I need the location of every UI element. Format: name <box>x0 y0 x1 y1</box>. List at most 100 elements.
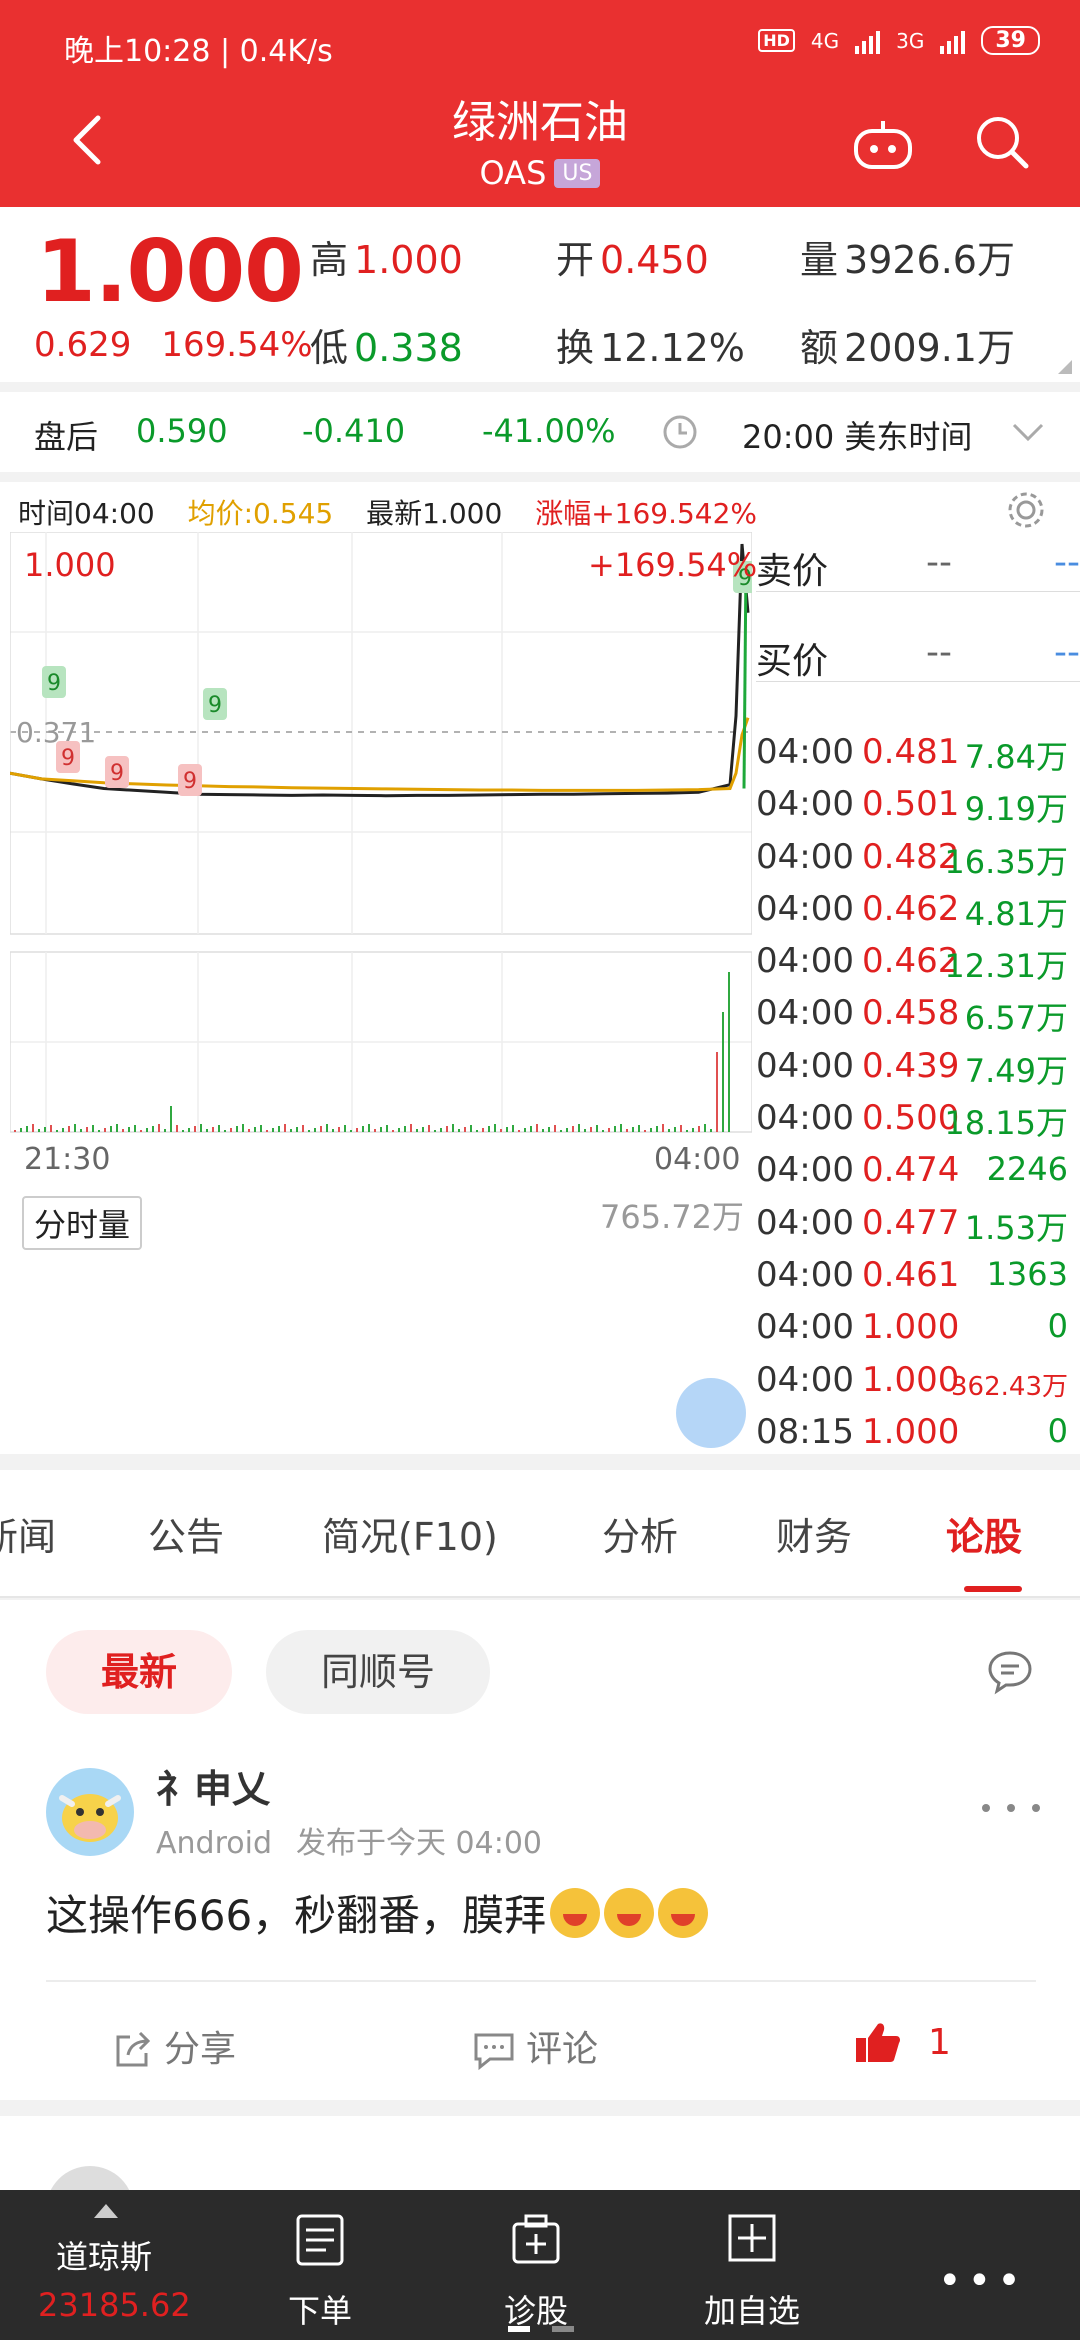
trade-time: 04:00 <box>756 732 854 772</box>
trade-time: 04:00 <box>756 836 854 877</box>
volume-bar <box>392 1130 394 1132</box>
x-end-label: 04:00 <box>654 1142 741 1177</box>
trade-volume: 18.15万 <box>944 1104 1068 1143</box>
post-platform: Android <box>156 1826 272 1861</box>
plus-box-icon <box>728 2214 776 2262</box>
trade-volume: 4.81万 <box>964 894 1068 933</box>
tab-announcements[interactable]: 公告 <box>148 1506 224 1561</box>
current-price: 1.000 <box>36 222 304 322</box>
after-hours-bar[interactable]: 盘后 0.590 -0.410 -41.00% 20:00 美东时间 <box>0 392 1080 472</box>
trade-row: 04:00 0.461 1363 <box>756 1249 1080 1301</box>
tab-f10[interactable]: 简况(F10) <box>322 1506 498 1561</box>
more-options-icon[interactable] <box>976 1798 1046 1818</box>
volume-bar <box>512 1125 514 1132</box>
volume-bar <box>704 1124 706 1132</box>
trade-row: 04:00 0.501 9.19万 <box>756 778 1080 830</box>
message-icon[interactable] <box>986 1648 1034 1696</box>
avatar[interactable] <box>46 1768 134 1856</box>
market-tag: US <box>554 159 601 188</box>
trade-time: 04:00 <box>756 888 854 929</box>
open-label: 开 <box>556 238 595 282</box>
more-icon[interactable]: ••• <box>938 2258 1027 2304</box>
turnover-label: 换 <box>556 326 595 370</box>
comment-button[interactable]: 评论 <box>472 2020 598 2072</box>
robot-icon[interactable] <box>850 115 916 171</box>
expand-corner-icon[interactable] <box>1058 360 1072 374</box>
battery-icon: 39 <box>981 26 1040 55</box>
trade-time: 04:00 <box>756 993 854 1034</box>
volume-bar <box>422 1127 424 1132</box>
post-username[interactable]: 礻申乂 <box>156 1758 270 1813</box>
change-value: 0.629 <box>34 325 132 365</box>
volume-bar <box>560 1130 562 1132</box>
low-value: 0.338 <box>354 326 463 370</box>
volume-bar <box>242 1124 244 1132</box>
volume-bar <box>578 1124 580 1132</box>
volume-bar <box>146 1128 148 1132</box>
volume-bar <box>464 1127 466 1132</box>
quote-turnover: 换 12.12% <box>556 317 745 372</box>
add-watchlist-label: 加自选 <box>703 2292 800 2330</box>
volume-bar <box>362 1126 364 1132</box>
index-ticker[interactable]: 道琼斯 23185.62 <box>0 2190 210 2340</box>
chevron-down-icon[interactable] <box>1010 420 1046 444</box>
chart-legend: 时间04:00 均价:0.545 最新1.000 涨幅+169.542% <box>18 492 781 532</box>
volume-bar <box>644 1130 646 1132</box>
volume-bar <box>68 1126 70 1132</box>
volume-bar <box>680 1125 682 1132</box>
gear-icon[interactable] <box>1004 488 1048 532</box>
status-icons: HD 4G 3G 39 <box>758 26 1040 55</box>
volume-bar <box>596 1125 598 1132</box>
after-hours-label: 盘后 <box>34 418 99 456</box>
diagnose-button[interactable]: 诊股 <box>466 2190 606 2340</box>
volume-bar <box>482 1128 484 1132</box>
volume-bar <box>170 1106 172 1132</box>
volume-bar <box>590 1127 592 1132</box>
volume-type-button[interactable]: 分时量 <box>22 1196 143 1250</box>
tab-discussion[interactable]: 论股 <box>946 1506 1022 1561</box>
detail-tabs: 新闻 公告 简况(F10) 分析 财务 论股 <box>0 1470 1080 1598</box>
like-button[interactable]: 1 <box>854 2020 951 2064</box>
volume-bar <box>230 1128 232 1132</box>
trade-row: 04:00 0.474 2246 <box>756 1144 1080 1196</box>
trade-ticks: 04:00 0.481 7.84万 04:00 0.501 9.19万 04:00 0.482… <box>756 726 1080 1458</box>
share-button[interactable]: 分享 <box>112 2020 236 2072</box>
add-watchlist-button[interactable]: 加自选 <box>682 2190 822 2340</box>
volume-bar <box>626 1129 628 1132</box>
volume-bar <box>332 1129 334 1132</box>
tab-news[interactable]: 新闻 <box>0 1506 56 1561</box>
volume-bar <box>272 1128 274 1132</box>
volume-bar <box>698 1126 700 1132</box>
filter-tonghuashun[interactable]: 同顺号 <box>266 1630 490 1714</box>
comment-label: 评论 <box>526 2029 599 2070</box>
amount-label: 额 <box>800 326 839 370</box>
ask-label: 卖价 <box>756 551 829 592</box>
trade-volume: 7.84万 <box>964 738 1068 776</box>
volume-bar <box>728 972 730 1132</box>
volume-bar <box>152 1126 154 1132</box>
legend-time: 时间04:00 <box>18 497 155 530</box>
expand-up-icon <box>94 2204 118 2218</box>
volume-bar <box>182 1130 184 1132</box>
divider <box>46 1980 1036 1982</box>
filter-latest[interactable]: 最新 <box>46 1630 232 1714</box>
volume-bar <box>266 1130 268 1132</box>
fullscreen-icon[interactable] <box>676 1378 746 1448</box>
trade-price: 0.439 <box>862 1045 960 1086</box>
volume-max-label: 765.72万 <box>600 1198 744 1236</box>
trade-volume: 0 <box>1047 1411 1068 1450</box>
volume-bar <box>662 1124 664 1132</box>
signal-marker-label: 9 <box>61 746 75 771</box>
search-icon[interactable] <box>972 112 1032 172</box>
tab-analysis[interactable]: 分析 <box>602 1506 678 1561</box>
trade-row: 04:00 1.000 362.43万 <box>756 1354 1080 1406</box>
order-button[interactable]: 下单 <box>250 2190 390 2340</box>
volume-bar <box>356 1128 358 1132</box>
tab-finance[interactable]: 财务 <box>776 1506 852 1561</box>
price-chart[interactable]: 0.371 999 999 <box>10 532 752 1452</box>
signal-marker: 9 <box>105 756 129 788</box>
trade-row: 04:00 0.462 12.31万 <box>756 935 1080 987</box>
trade-time: 08:15 <box>756 1411 854 1452</box>
volume-bar <box>26 1126 28 1132</box>
volume-bar <box>116 1124 118 1132</box>
